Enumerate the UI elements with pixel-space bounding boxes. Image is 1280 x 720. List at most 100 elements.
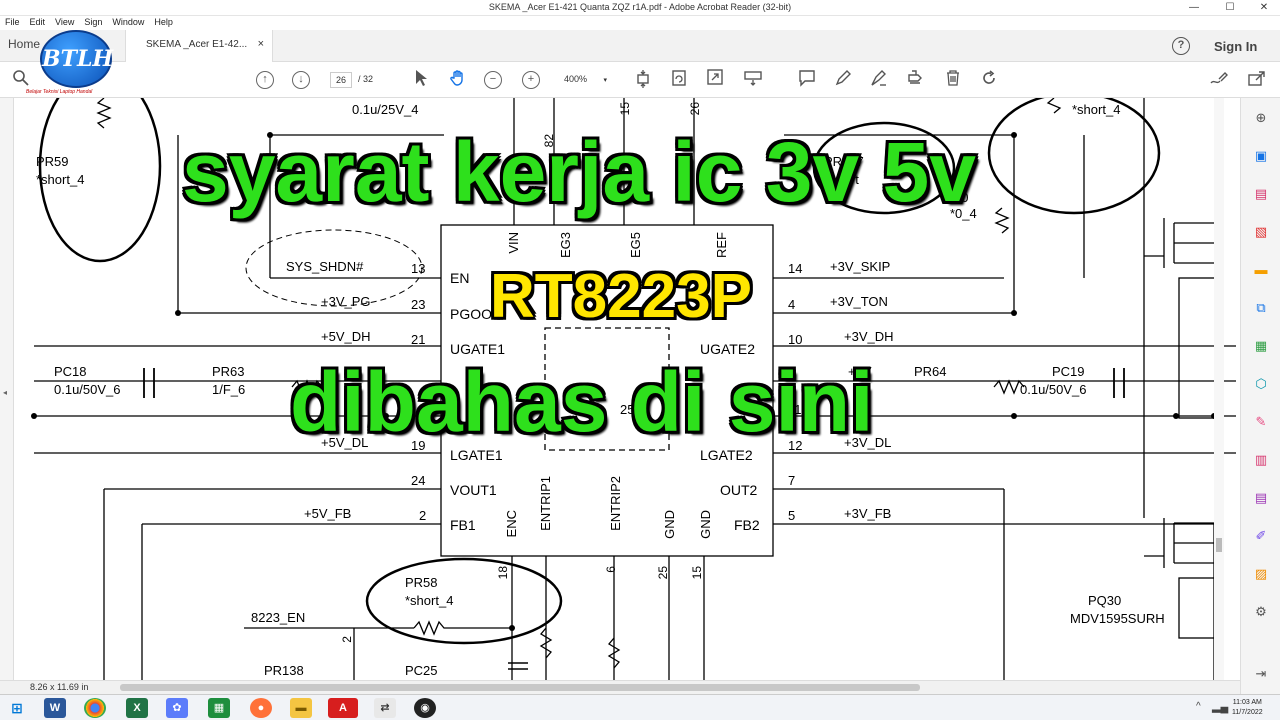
pin-num-15b: 15 xyxy=(690,566,704,580)
system-clock[interactable]: 11:03 AM 11/7/2022 xyxy=(1232,698,1263,718)
rotate-view-icon[interactable] xyxy=(668,69,690,91)
trash-icon[interactable] xyxy=(942,69,964,91)
sign-in-button[interactable]: Sign In xyxy=(1214,39,1257,54)
maximize-button[interactable]: ☐ xyxy=(1212,0,1248,16)
send-review-icon[interactable]: ▨ xyxy=(1251,564,1271,584)
highlight-pen-icon[interactable] xyxy=(832,69,854,91)
label-pr63-value: 1/F_6 xyxy=(212,382,246,397)
file-explorer-icon[interactable]: ▬ xyxy=(290,698,312,718)
tray-chevron-icon[interactable]: ^ xyxy=(1196,701,1201,712)
previous-page-icon[interactable]: ↑ xyxy=(256,71,274,89)
zoom-in-icon[interactable]: + xyxy=(522,71,540,89)
create-pdf-icon[interactable]: ▧ xyxy=(1251,222,1271,242)
close-window-button[interactable]: ✕ xyxy=(1246,0,1280,16)
label-pr138: PR138 xyxy=(264,663,304,678)
protect-icon[interactable]: ▥ xyxy=(1251,450,1271,470)
expand-left-panel-icon[interactable]: ◂ xyxy=(3,388,7,397)
label-pc19-value: 0.1u/50V_6 xyxy=(1020,382,1087,397)
stamp-icon[interactable] xyxy=(904,69,926,91)
hand-tool-icon[interactable] xyxy=(447,69,469,91)
horizontal-scrollbar[interactable]: 8.26 x 11.69 in xyxy=(0,680,1240,694)
pin-name-eg3: EG3 xyxy=(558,232,573,259)
fill-sign-icon[interactable] xyxy=(1208,69,1230,91)
page-number-input[interactable]: 26 xyxy=(330,72,352,88)
net-5v-dh: +5V_DH xyxy=(321,329,371,344)
redo-icon[interactable] xyxy=(978,69,1000,91)
share-icon[interactable] xyxy=(1246,69,1268,91)
zoom-out-icon[interactable]: − xyxy=(484,71,502,89)
calculator-icon[interactable]: ▦ xyxy=(208,698,230,718)
excel-icon[interactable]: X xyxy=(126,698,148,718)
pin-name-lgate2: LGATE2 xyxy=(700,447,753,463)
chrome-icon[interactable] xyxy=(84,698,106,718)
collapse-pane-icon[interactable]: ⇥ xyxy=(1251,664,1271,684)
fit-page-icon[interactable] xyxy=(632,69,654,91)
edit-pdf-icon[interactable]: ▦ xyxy=(1251,336,1271,356)
organize-pages-icon[interactable]: ▤ xyxy=(1251,184,1271,204)
pin-name-en: EN xyxy=(450,270,470,286)
minimize-button[interactable]: — xyxy=(1176,0,1212,16)
toolbar: ↑ ↓ 26 / 32 − + 400% ▾ xyxy=(0,62,1280,98)
clock-time: 11:03 AM xyxy=(1232,699,1262,706)
pin-name-gnd-1: GND xyxy=(662,510,677,539)
horizontal-scroll-thumb[interactable] xyxy=(120,684,920,691)
draw-icon[interactable] xyxy=(868,69,890,91)
request-signature-icon[interactable]: ✐ xyxy=(1251,526,1271,546)
next-page-icon[interactable]: ↓ xyxy=(292,71,310,89)
zoom-select[interactable]: 400% ▾ xyxy=(558,72,614,88)
overlay-caption-line3: dibahas di sini xyxy=(290,355,874,449)
net-8223-en: 8223_EN xyxy=(251,610,306,625)
pin-name-out2: OUT2 xyxy=(720,482,758,498)
select-cursor-icon[interactable] xyxy=(410,69,432,91)
close-tab-icon[interactable]: × xyxy=(258,38,264,50)
tab-document[interactable]: SKEMA _Acer E1-42... × xyxy=(125,30,273,62)
keyboard-icon[interactable] xyxy=(742,69,764,91)
page-total: / 32 xyxy=(358,74,374,84)
menu-sign[interactable]: Sign xyxy=(79,16,107,28)
net-3v-skip: +3V_SKIP xyxy=(830,259,891,274)
label-pc19: PC19 xyxy=(1052,364,1085,379)
export-pdf-icon[interactable]: ▣ xyxy=(1251,146,1271,166)
menu-window[interactable]: Window xyxy=(107,16,149,28)
channel-logo-text: BTLH xyxy=(42,46,114,72)
zoom-page-icon[interactable]: ⊕ xyxy=(1251,108,1271,128)
switch-app-icon[interactable]: ⇄ xyxy=(374,698,396,718)
prepare-form-icon[interactable]: ▤ xyxy=(1251,488,1271,508)
vertical-scrollbar[interactable] xyxy=(1214,98,1224,680)
label-short-top: *short_4 xyxy=(1072,102,1121,117)
app-icon[interactable]: ✿ xyxy=(166,698,188,718)
more-tools-icon[interactable]: ⚙ xyxy=(1251,602,1271,622)
search-icon[interactable] xyxy=(10,69,32,91)
r50-resistor xyxy=(994,207,1010,234)
menu-edit[interactable]: Edit xyxy=(25,16,51,28)
pin-name-vin: VIN xyxy=(506,232,521,254)
obs-icon[interactable]: ◉ xyxy=(414,698,436,718)
fullscreen-icon[interactable] xyxy=(704,69,726,91)
pin-name-eg5: EG5 xyxy=(628,232,643,259)
pin-num-2b: 2 xyxy=(340,636,354,643)
chevron-down-icon: ▾ xyxy=(603,77,608,84)
acrobat-reader-icon[interactable]: A xyxy=(328,698,358,718)
tab-home[interactable]: Home xyxy=(8,37,40,51)
windows-start-icon[interactable]: ⊞ xyxy=(6,698,28,718)
net-3v-ton: +3V_TON xyxy=(830,294,888,309)
network-icon[interactable]: ▂▄ xyxy=(1212,700,1228,713)
pin-name-entrip2: ENTRIP2 xyxy=(608,476,623,531)
word-icon[interactable]: W xyxy=(44,698,66,718)
net-3v-pg: +3V_PG xyxy=(321,294,371,309)
pin-name-enc: ENC xyxy=(504,510,519,538)
firefox-icon[interactable]: ● xyxy=(250,698,272,718)
menu-help[interactable]: Help xyxy=(149,16,178,28)
comment-panel-icon[interactable]: ▬ xyxy=(1251,260,1271,280)
fill-sign-panel-icon[interactable]: ✎ xyxy=(1251,412,1271,432)
comment-icon[interactable] xyxy=(796,69,818,91)
label-pr59: PR59 xyxy=(36,154,69,169)
menu-view[interactable]: View xyxy=(50,16,79,28)
label-pr58-value: *short_4 xyxy=(405,593,454,608)
combine-files-icon[interactable]: ⧉ xyxy=(1251,298,1271,318)
scan-ocr-icon[interactable]: ⬡ xyxy=(1251,374,1271,394)
pin-num-13: 13 xyxy=(411,261,426,276)
help-icon[interactable]: ? xyxy=(1172,37,1190,55)
menu-file[interactable]: File xyxy=(0,16,25,28)
vertical-scroll-thumb[interactable] xyxy=(1216,538,1222,552)
